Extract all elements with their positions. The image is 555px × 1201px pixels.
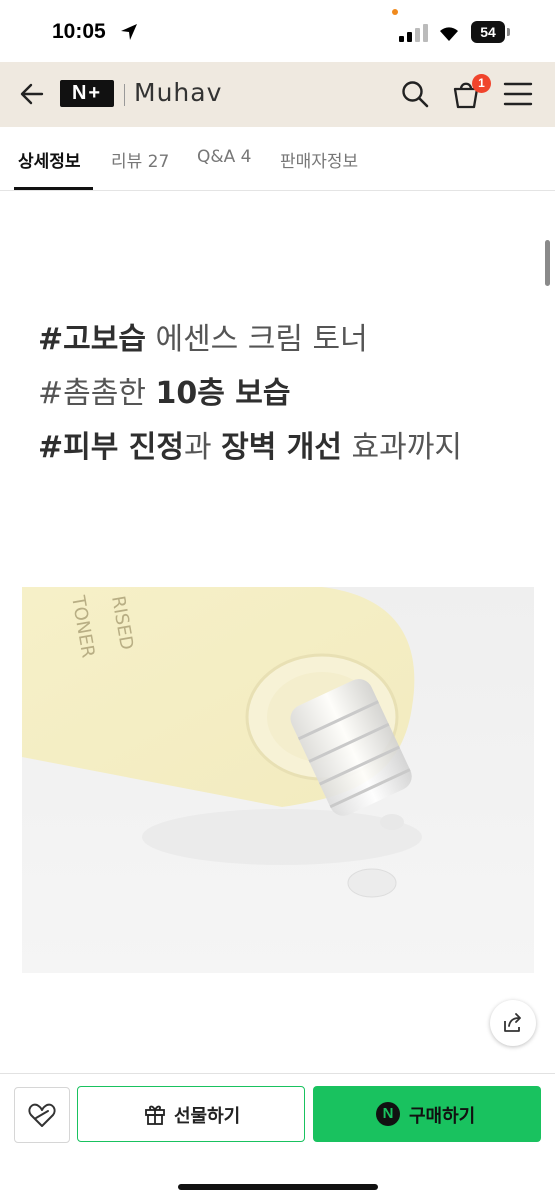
gift-button-label: 선물하기 [174,1106,241,1127]
product-image: TONER RISED [22,587,534,973]
headline-keyword-high-moisture: #고보습 [38,322,146,357]
home-indicator [178,1184,378,1190]
headline-text: 과 [183,430,222,465]
headline-text: #촘촘한 [38,376,156,411]
headline-keyword-soothing: #피부 진정 [38,430,184,465]
like-icon [28,1103,56,1127]
search-icon[interactable] [400,79,430,109]
scrollbar[interactable] [545,240,550,286]
headline-line-3: #피부 진정과 장벽 개선 효과까지 [38,421,462,475]
wifi-icon [440,27,458,41]
headline-text: 효과까지 [341,430,462,465]
headline-keyword-barrier: 장벽 개선 [221,430,342,465]
product-headline: #고보습 에센스 크림 토너 #촘촘한 10층 보습 #피부 진정과 장벽 개선… [38,313,462,475]
share-button[interactable] [490,1000,536,1046]
naver-pay-logo: N [376,1102,400,1126]
signal-icon [399,24,429,42]
back-arrow-icon[interactable] [18,80,46,108]
battery-icon: 54 [471,21,511,43]
headline-line-2: #촘촘한 10층 보습 [38,367,462,421]
status-time: 10:05 [52,20,106,43]
brand-name[interactable]: Muhav [134,78,222,107]
headline-line-1: #고보습 에센스 크림 토너 [38,313,462,367]
tab-qna[interactable]: Q&A 4 [197,147,252,167]
headline-keyword-10-layer: 10층 보습 [155,376,291,411]
battery-level: 54 [471,21,505,43]
share-icon [504,1013,521,1032]
active-tab-indicator [14,187,93,190]
privacy-indicator [392,9,398,15]
naver-plus-logo[interactable]: N+ [60,80,114,107]
tab-reviews[interactable]: 리뷰 27 [111,147,169,172]
like-button[interactable] [14,1087,70,1143]
headline-text: 에센스 크림 토너 [145,322,368,357]
tab-seller-info[interactable]: 판매자정보 [280,147,358,172]
cart-count-badge: 1 [472,74,491,93]
header-divider [124,84,125,106]
buy-button[interactable]: N 구매하기 [313,1086,541,1142]
gift-button[interactable]: 선물하기 [77,1086,305,1142]
tab-details[interactable]: 상세정보 [18,147,81,172]
buy-button-label: 구매하기 [409,1106,476,1127]
gift-icon [145,1105,165,1125]
app-header: N+ Muhav 1 [0,62,555,127]
purchase-bar: 선물하기 N 구매하기 [0,1073,555,1201]
status-bar: 10:05 54 [0,0,555,62]
location-arrow-icon [121,24,137,40]
menu-icon[interactable] [503,81,533,107]
product-tabs: 상세정보 리뷰 27 Q&A 4 판매자정보 [0,127,555,191]
